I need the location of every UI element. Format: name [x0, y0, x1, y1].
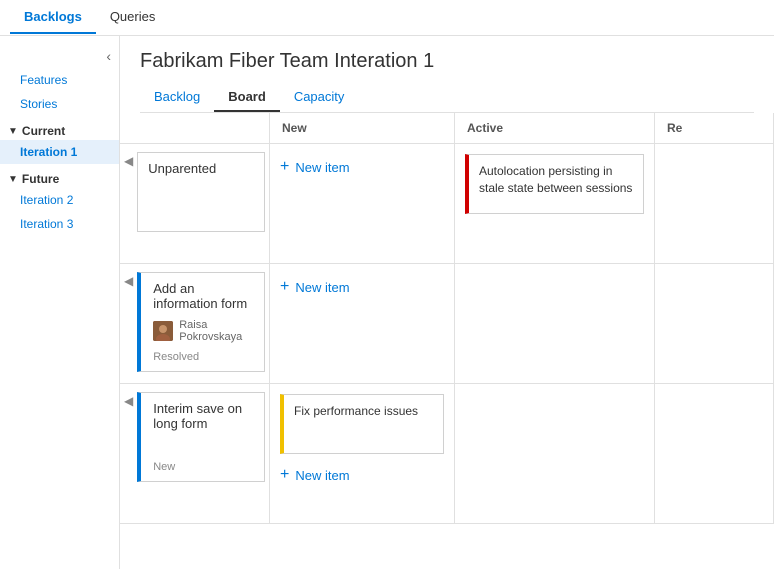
swimlane-cell-2: ◀ Interim save on long form New: [120, 384, 270, 523]
content-tabs: Backlog Board Capacity: [140, 83, 754, 113]
new-item-button-0-new[interactable]: + New item: [280, 154, 444, 180]
tab-backlogs[interactable]: Backlogs: [10, 1, 96, 34]
sidebar-item-iteration2[interactable]: Iteration 2: [0, 188, 119, 212]
resolved-cell-1: [655, 264, 774, 383]
resolved-cell-0: [655, 144, 774, 263]
tab-backlog[interactable]: Backlog: [140, 83, 214, 112]
future-group-arrow-icon: ▼: [8, 174, 18, 185]
swimlane-card-1: Add an information form Raisa Pokrovskay…: [137, 272, 265, 372]
col-header-resolved: Re: [655, 113, 774, 143]
main-layout: ‹ Features Stories ▼ Current Iteration 1…: [0, 36, 774, 569]
board-table: New Active Re ◀ Unparented +: [120, 113, 774, 569]
swimlane-title-1: Add an information form: [153, 281, 254, 311]
work-card-2-new-0[interactable]: Fix performance issues: [280, 394, 444, 454]
active-cell-2: [455, 384, 655, 523]
sidebar-group-future[interactable]: ▼ Future: [0, 164, 119, 188]
swimlane-title-2: Interim save on long form: [153, 401, 254, 431]
col-header-active: Active: [455, 113, 655, 143]
plus-icon-2-new: +: [280, 466, 289, 484]
new-item-button-2-new[interactable]: + New item: [280, 462, 444, 488]
sidebar-item-iteration3[interactable]: Iteration 3: [0, 212, 119, 236]
active-cell-0: Autolocation persisting in stale state b…: [455, 144, 655, 263]
sidebar: ‹ Features Stories ▼ Current Iteration 1…: [0, 36, 120, 569]
active-cell-1: [455, 264, 655, 383]
sidebar-item-features[interactable]: Features: [0, 68, 119, 92]
swimlane-card-2: Interim save on long form New: [137, 392, 265, 482]
swimlane-title-0: Unparented: [148, 161, 254, 176]
plus-icon-1-new: +: [280, 278, 289, 296]
swimlane-cell-0: ◀ Unparented: [120, 144, 270, 263]
top-navigation: Backlogs Queries: [0, 0, 774, 36]
tab-capacity[interactable]: Capacity: [280, 83, 359, 112]
sidebar-item-stories[interactable]: Stories: [0, 92, 119, 116]
sidebar-collapse-button[interactable]: ‹: [106, 48, 111, 64]
swimlane-status-2: New: [153, 461, 254, 473]
new-cell-1: + New item: [270, 264, 455, 383]
board-header-row: New Active Re: [120, 113, 774, 144]
col-header-swimlane: [120, 113, 270, 143]
tab-queries[interactable]: Queries: [96, 1, 170, 34]
new-item-button-1-new[interactable]: + New item: [280, 274, 444, 300]
new-cell-0: + New item: [270, 144, 455, 263]
swimlane-user-1: Raisa Pokrovskaya: [153, 319, 254, 343]
work-card-title-0-active-0: Autolocation persisting in stale state b…: [479, 163, 633, 197]
swimlane-collapse-icon-1[interactable]: ◀: [124, 274, 133, 288]
content-header: Fabrikam Fiber Team Interation 1 Backlog…: [120, 36, 774, 113]
resolved-cell-2: [655, 384, 774, 523]
user-avatar-1: [153, 321, 173, 341]
plus-icon-0-new: +: [280, 158, 289, 176]
col-header-new: New: [270, 113, 455, 143]
tab-board[interactable]: Board: [214, 83, 280, 112]
board-row-0: ◀ Unparented + New item Autolocatio: [120, 144, 774, 264]
swimlane-collapse-icon-0[interactable]: ◀: [124, 154, 133, 168]
board-area: New Active Re ◀ Unparented +: [120, 113, 774, 569]
sidebar-group-current[interactable]: ▼ Current: [0, 116, 119, 140]
work-card-title-2-new-0: Fix performance issues: [294, 403, 433, 420]
new-cell-2: Fix performance issues + New item: [270, 384, 455, 523]
swimlane-card-0: Unparented: [137, 152, 265, 232]
swimlane-collapse-icon-2[interactable]: ◀: [124, 394, 133, 408]
board-row-1: ◀ Add an information form Raisa Pokrovsk…: [120, 264, 774, 384]
swimlane-status-1: Resolved: [153, 351, 254, 363]
swimlane-cell-1: ◀ Add an information form Raisa Pokrovsk…: [120, 264, 270, 383]
work-card-0-active-0[interactable]: Autolocation persisting in stale state b…: [465, 154, 644, 214]
user-name-1: Raisa Pokrovskaya: [179, 319, 254, 343]
current-group-arrow-icon: ▼: [8, 126, 18, 137]
sidebar-item-iteration1[interactable]: Iteration 1: [0, 140, 119, 164]
page-title: Fabrikam Fiber Team Interation 1: [140, 50, 754, 73]
content-area: Fabrikam Fiber Team Interation 1 Backlog…: [120, 36, 774, 569]
board-row-2: ◀ Interim save on long form New Fix perf…: [120, 384, 774, 524]
